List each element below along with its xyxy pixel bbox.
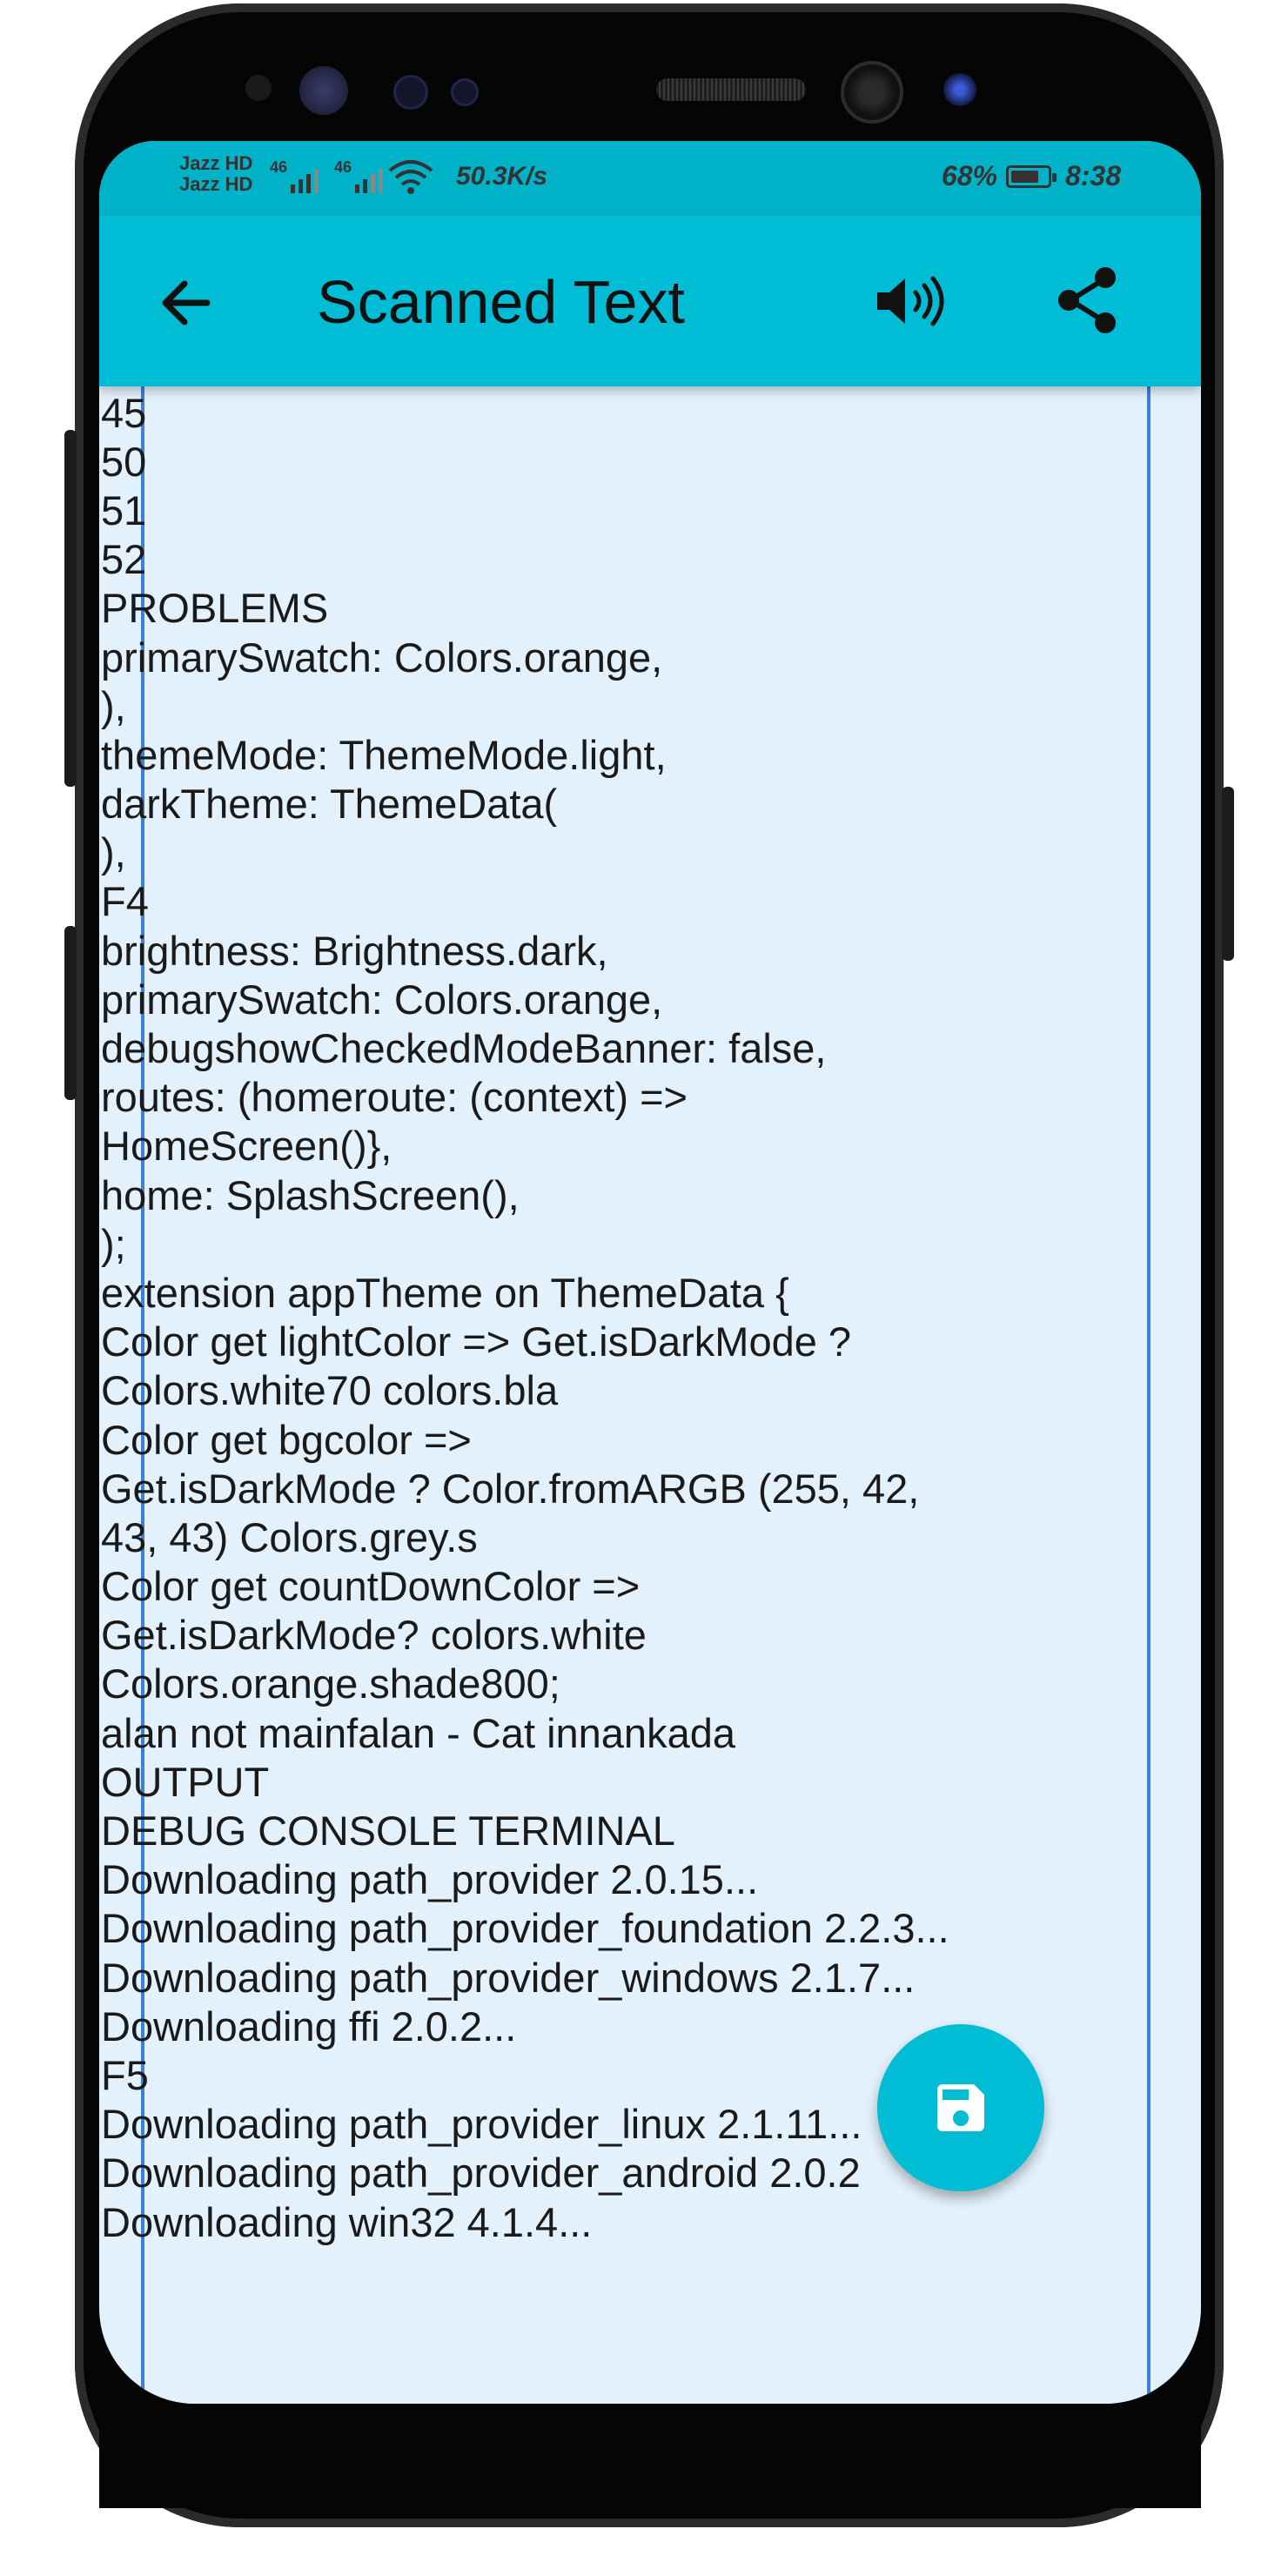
text-line: HomeScreen()}, bbox=[101, 1123, 392, 1170]
text-line: primarySwatch: Colors.orange, bbox=[101, 976, 663, 1023]
bottom-bezel bbox=[99, 2404, 1201, 2508]
volume-icon bbox=[877, 276, 944, 326]
save-button[interactable] bbox=[877, 2024, 1044, 2191]
front-sensor-4 bbox=[451, 78, 479, 106]
text-line: DEBUG CONSOLE TERMINAL bbox=[101, 1808, 675, 1854]
text-line: routes: (homeroute: (context) => bbox=[101, 1074, 688, 1121]
text-line: ), bbox=[101, 682, 126, 729]
text-line: Color get bgcolor => bbox=[101, 1416, 472, 1463]
read-aloud-button[interactable] bbox=[865, 265, 961, 338]
share-button[interactable] bbox=[1048, 261, 1126, 339]
network-label-2: 46 bbox=[334, 158, 352, 176]
status-bar: Jazz HD Jazz HD 46 46 50.3K/s 68% 8:38 bbox=[99, 141, 1201, 216]
text-line: ), bbox=[101, 829, 126, 876]
volume-up-button bbox=[64, 430, 77, 787]
text-line: Get.isDarkMode? colors.white bbox=[101, 1612, 647, 1659]
clock: 8:38 bbox=[1064, 160, 1121, 191]
text-line: OUTPUT bbox=[101, 1758, 270, 1805]
network-speed: 50.3K/s bbox=[456, 162, 548, 191]
battery-icon bbox=[1005, 164, 1057, 188]
app-bar: Scanned Text bbox=[99, 216, 1201, 386]
text-line: F4 bbox=[101, 878, 149, 925]
carrier-1: Jazz HD bbox=[179, 152, 253, 174]
text-line: home: SplashScreen(), bbox=[101, 1171, 520, 1218]
arrow-left-icon bbox=[162, 280, 211, 325]
front-sensor-1 bbox=[245, 75, 272, 101]
text-line: Color get countDownColor => bbox=[101, 1563, 641, 1610]
carrier-2: Jazz HD bbox=[179, 173, 253, 195]
iris-sensor bbox=[943, 73, 976, 106]
share-icon bbox=[1058, 267, 1116, 333]
earpiece-speaker bbox=[656, 78, 806, 101]
save-icon bbox=[937, 2084, 984, 2131]
wifi-icon bbox=[388, 160, 433, 194]
text-line: alan not mainfalan - Cat innankada bbox=[101, 1709, 735, 1756]
text-line: 51 bbox=[101, 486, 147, 533]
text-line: Colors.white70 colors.bla bbox=[101, 1367, 559, 1414]
status-carriers: Jazz HD Jazz HD bbox=[179, 153, 252, 195]
front-sensor-2 bbox=[299, 66, 348, 115]
text-line: Downloading path_provider 2.0.15... bbox=[101, 1856, 759, 1903]
power-button bbox=[1222, 787, 1234, 961]
scanned-text-area[interactable]: MX3545505152PROBLEMSprimarySwatch: Color… bbox=[101, 242, 1093, 2247]
text-line: Colors.orange.shade800; bbox=[101, 1660, 560, 1707]
text-line: Downloading path_provider_foundation 2.2… bbox=[101, 1905, 949, 1952]
front-sensor-3 bbox=[393, 75, 428, 110]
text-line: extension appTheme on ThemeData { bbox=[101, 1269, 789, 1316]
status-right: 68% 8:38 bbox=[942, 160, 1121, 192]
text-line: Downloading win32 4.1.4... bbox=[101, 2198, 593, 2245]
back-button[interactable] bbox=[150, 266, 223, 339]
text-line: darkTheme: ThemeData( bbox=[101, 781, 558, 828]
text-line: brightness: Brightness.dark, bbox=[101, 927, 608, 974]
text-line: Get.isDarkMode ? Color.fromARGB (255, 42… bbox=[101, 1465, 920, 1512]
page-title: Scanned Text bbox=[317, 268, 685, 336]
signal-icon: 46 46 bbox=[270, 158, 384, 193]
text-line: Color get lightColor => Get.isDarkMode ? bbox=[101, 1318, 852, 1365]
network-label: 46 bbox=[270, 158, 288, 176]
text-line: primarySwatch: Colors.orange, bbox=[101, 634, 663, 681]
text-line: 45 bbox=[101, 389, 147, 436]
text-line: Downloading path_provider_windows 2.1.7.… bbox=[101, 1954, 916, 2001]
text-line: 43, 43) Colors.grey.s bbox=[101, 1513, 478, 1560]
text-line: 52 bbox=[101, 536, 147, 583]
volume-down-button bbox=[64, 926, 77, 1100]
text-line: ); bbox=[101, 1220, 126, 1267]
battery-percent: 68% bbox=[941, 160, 997, 191]
text-line: debugshowCheckedModeBanner: false, bbox=[101, 1025, 827, 1071]
text-line: 50 bbox=[101, 438, 147, 485]
text-line: PROBLEMS bbox=[101, 585, 329, 632]
text-line: themeMode: ThemeMode.light, bbox=[101, 731, 667, 778]
front-camera bbox=[841, 61, 903, 124]
